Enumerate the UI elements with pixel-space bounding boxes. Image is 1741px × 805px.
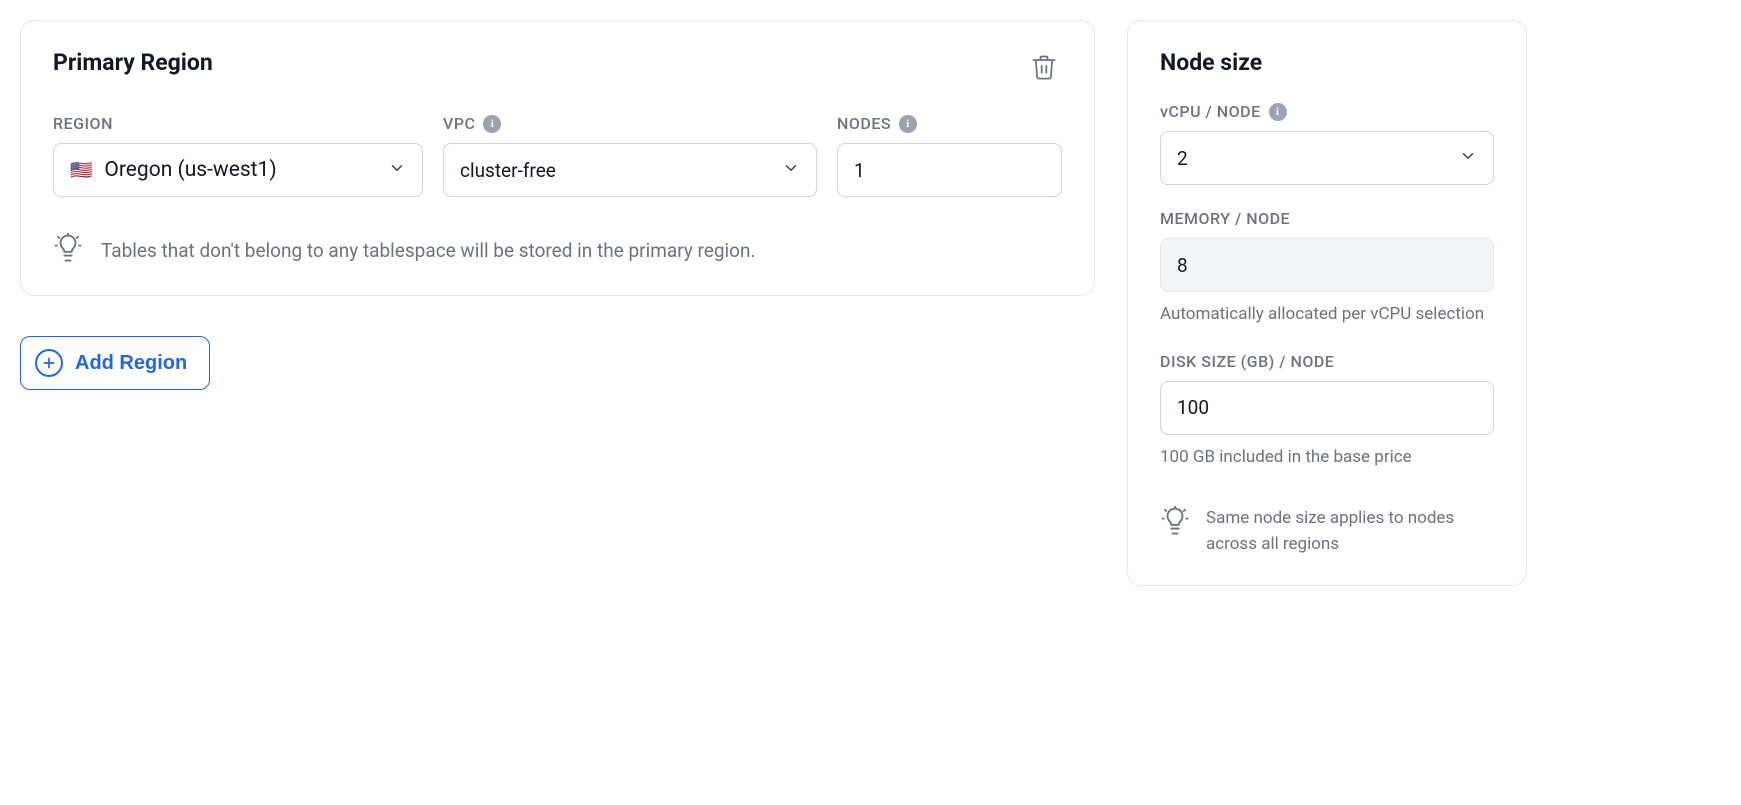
lightbulb-icon — [1160, 506, 1190, 540]
chevron-down-icon — [782, 159, 800, 182]
node-size-title: Node size — [1160, 49, 1494, 76]
disk-helper: 100 GB included in the base price — [1160, 445, 1494, 471]
region-field: REGION 🇺🇸 Oregon (us-west1) — [53, 114, 423, 197]
node-size-hint: Same node size applies to nodes across a… — [1206, 506, 1494, 557]
vcpu-field: vCPU / NODE i 2 — [1160, 102, 1494, 185]
nodes-label: NODES — [837, 114, 891, 133]
plus-icon — [35, 349, 63, 377]
nodes-value: 1 — [854, 159, 865, 182]
memory-value: 8 — [1177, 254, 1188, 277]
disk-label: DISK SIZE (GB) / NODE — [1160, 352, 1494, 371]
vpc-select[interactable]: cluster-free — [443, 143, 817, 197]
chevron-down-icon — [1459, 147, 1477, 170]
trash-icon — [1030, 69, 1058, 84]
memory-helper: Automatically allocated per vCPU selecti… — [1160, 302, 1494, 328]
info-icon[interactable]: i — [899, 115, 917, 133]
disk-input[interactable]: 100 — [1160, 381, 1494, 435]
memory-input: 8 — [1160, 238, 1494, 292]
disk-value: 100 — [1177, 396, 1209, 419]
memory-label: MEMORY / NODE — [1160, 209, 1494, 228]
vpc-value: cluster-free — [460, 159, 556, 182]
chevron-down-icon — [388, 159, 406, 182]
lightbulb-icon — [53, 233, 83, 267]
region-select[interactable]: 🇺🇸 Oregon (us-west1) — [53, 143, 423, 197]
primary-region-title: Primary Region — [53, 49, 213, 76]
nodes-input[interactable]: 1 — [837, 143, 1062, 197]
vpc-label: VPC — [443, 114, 475, 133]
node-size-card: Node size vCPU / NODE i 2 MEMORY / NODE … — [1127, 20, 1527, 586]
memory-field: MEMORY / NODE 8 Automatically allocated … — [1160, 209, 1494, 328]
info-icon[interactable]: i — [483, 115, 501, 133]
vpc-field: VPC i cluster-free — [443, 114, 817, 197]
disk-field: DISK SIZE (GB) / NODE 100 100 GB include… — [1160, 352, 1494, 471]
delete-region-button[interactable] — [1026, 49, 1062, 88]
region-value: Oregon (us-west1) — [104, 158, 276, 182]
vcpu-label: vCPU / NODE — [1160, 102, 1261, 121]
flag-icon: 🇺🇸 — [70, 160, 92, 181]
vcpu-select[interactable]: 2 — [1160, 131, 1494, 185]
add-region-button[interactable]: Add Region — [20, 336, 210, 390]
vcpu-value: 2 — [1177, 147, 1188, 170]
primary-region-card: Primary Region REGION 🇺🇸 Oregon (us-west… — [20, 20, 1095, 296]
info-icon[interactable]: i — [1269, 103, 1287, 121]
primary-region-hint: Tables that don't belong to any tablespa… — [101, 239, 755, 262]
region-label: REGION — [53, 114, 423, 133]
add-region-label: Add Region — [75, 352, 187, 375]
nodes-field: NODES i 1 — [837, 114, 1062, 197]
